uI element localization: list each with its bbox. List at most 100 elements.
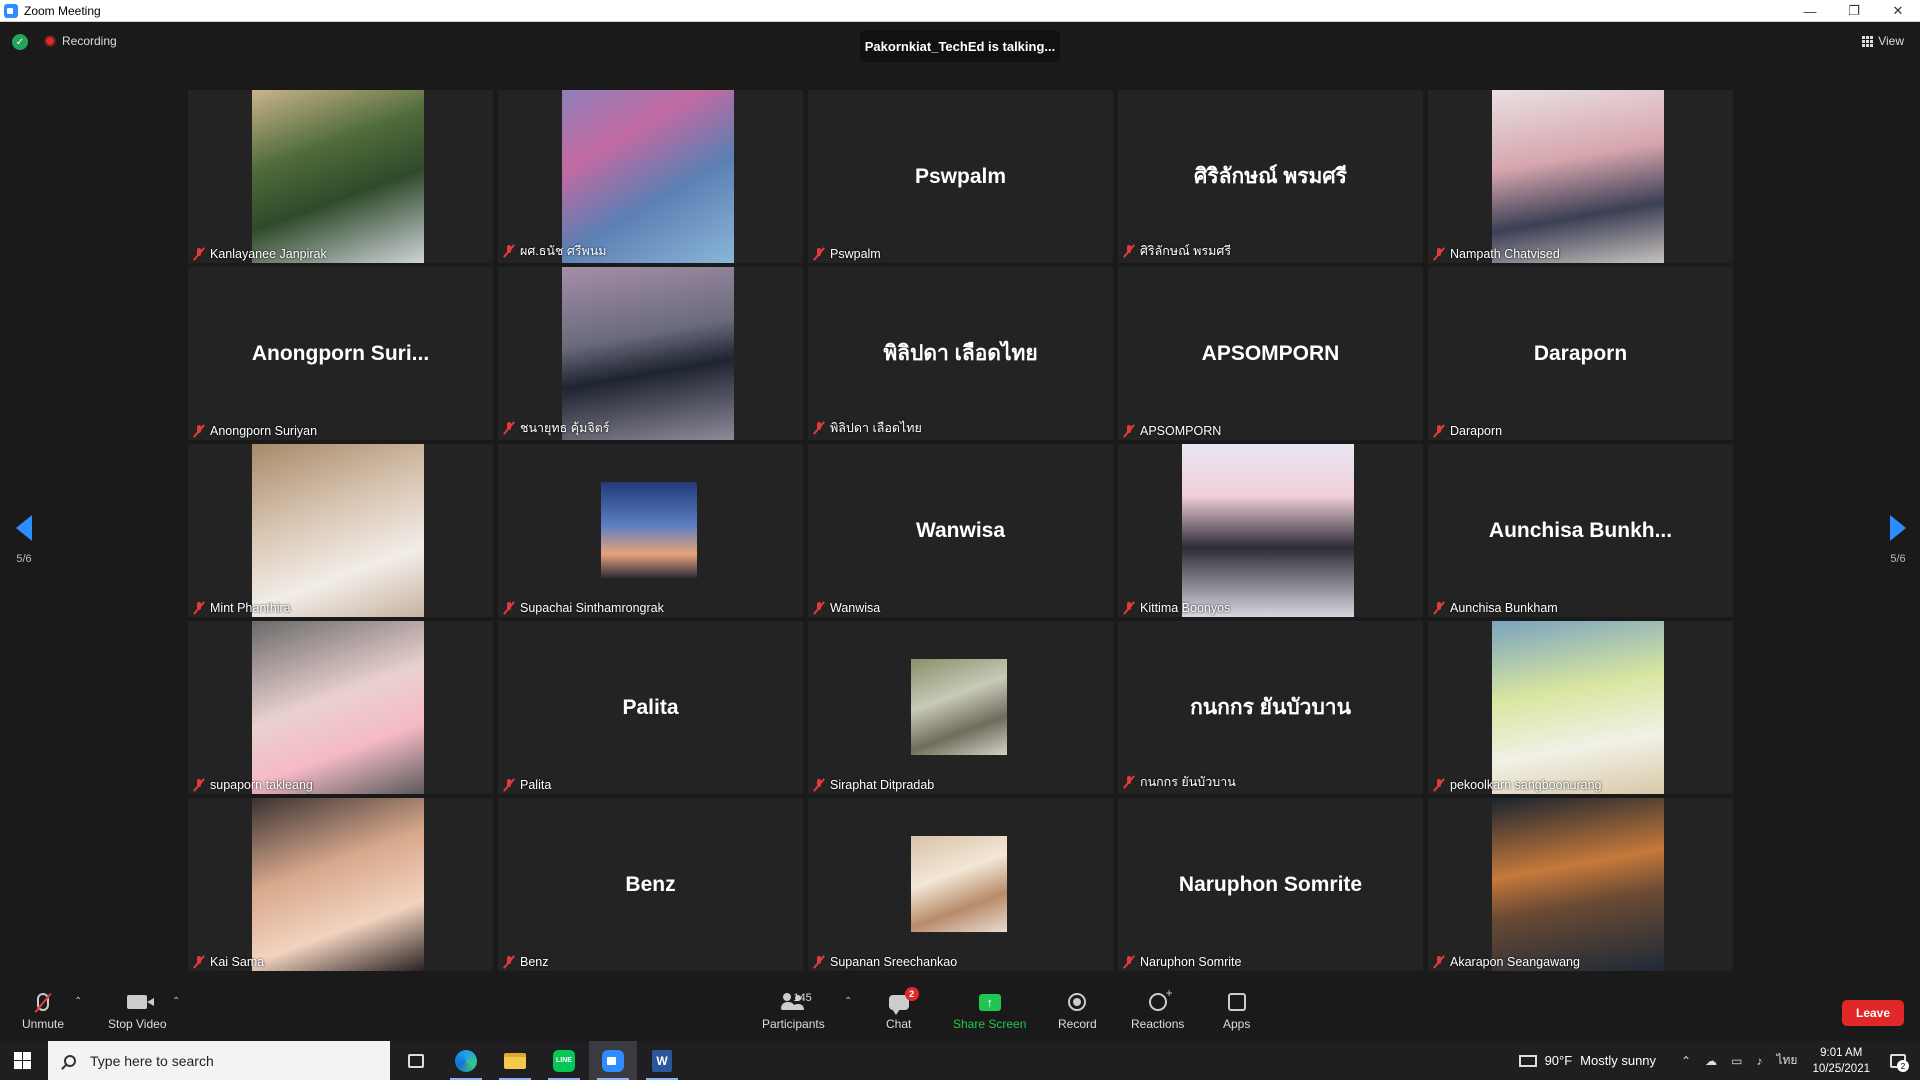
close-icon[interactable]: ✕ [1876,0,1920,22]
participant-tile[interactable]: Wanwisa Wanwisa [808,444,1113,617]
muted-mic-icon [814,955,824,969]
minimize-icon[interactable]: — [1788,0,1832,22]
microphone-muted-icon [37,993,50,1011]
participant-tile[interactable]: Mint Phanthira [188,444,493,617]
participant-name-label: พิลิปดา เลือดไทย [814,418,922,438]
participant-tile[interactable]: Akarapon Seangawang [1428,798,1733,971]
participant-name-label: Aunchisa Bunkham [1434,601,1558,615]
participant-name: Benz [520,955,549,969]
word-taskbar-button[interactable]: W [638,1041,686,1080]
participant-tile[interactable]: Kittima Boonyos [1118,444,1423,617]
windows-start-icon[interactable] [14,1052,31,1069]
participant-tile[interactable]: Siraphat Ditpradab [808,621,1113,794]
participant-name-label: Nampath Chatvised [1434,247,1560,261]
zoom-taskbar-button[interactable] [589,1041,637,1080]
window-title: Zoom Meeting [24,3,101,18]
participant-tile[interactable]: Naruphon Somrite Naruphon Somrite [1118,798,1423,971]
volume-icon[interactable]: ♪ [1756,1054,1762,1068]
participants-caret-icon[interactable]: ⌃ [844,996,852,1007]
participant-name: Anongporn Suriyan [210,424,318,438]
encryption-shield-icon[interactable]: ✓ [12,34,28,50]
participant-name: Supanan Sreechankao [830,955,958,969]
participant-tile[interactable]: pekoolkarn sangboonurang [1428,621,1733,794]
participant-name: Naruphon Somrite [1140,955,1242,969]
participant-name-label: APSOMPORN [1124,424,1221,438]
participant-tile[interactable]: Aunchisa Bunkh... Aunchisa Bunkham [1428,444,1733,617]
participant-video [601,482,697,578]
participant-name-label: Akarapon Seangawang [1434,955,1580,969]
weather-icon[interactable] [1518,1054,1537,1067]
muted-mic-icon [194,247,204,261]
participant-video [911,836,1007,932]
participant-tile[interactable]: Kanlayanee Janpirak [188,90,493,263]
window-controls: — ❐ ✕ [1788,0,1920,22]
taskbar-search-input[interactable]: Type here to search [48,1041,390,1080]
participant-tile[interactable]: Supachai Sinthamrongrak [498,444,803,617]
weather-status[interactable]: Mostly sunny [1580,1053,1656,1068]
leave-button[interactable]: Leave [1842,1000,1904,1026]
participant-tile[interactable]: ศิริลักษณ์ พรมศรี ศิริลักษณ์ พรมศรี [1118,90,1423,263]
stop-video-button[interactable]: Stop Video [108,990,167,1031]
participant-tile[interactable]: Palita Palita [498,621,803,794]
participant-name-label: Benz [504,955,549,969]
audio-options-caret-icon[interactable]: ⌃ [74,996,82,1007]
participant-name-label: Palita [504,778,551,792]
participant-display-name: Palita [622,695,679,719]
line-taskbar-button[interactable]: LINE [540,1041,588,1080]
participant-tile[interactable]: supaporn takleang [188,621,493,794]
arrow-right-icon[interactable] [1890,515,1906,541]
restore-icon[interactable]: ❐ [1832,0,1876,22]
unmute-button[interactable]: Unmute [22,990,64,1031]
task-view-button[interactable] [392,1041,440,1080]
zoom-app: Zoom Meeting — ❐ ✕ ✓ Recording Pakornkia… [0,0,1920,1080]
participant-name: Supachai Sinthamrongrak [520,601,664,615]
participant-tile[interactable]: Benz Benz [498,798,803,971]
participant-tile[interactable]: กนกกร ยันบัวบาน กนกกร ยันบัวบาน [1118,621,1423,794]
network-icon[interactable]: ▭ [1731,1054,1742,1068]
temperature[interactable]: 90°F [1545,1053,1573,1068]
participant-name-label: ศิริลักษณ์ พรมศรี [1124,241,1231,261]
participant-tile[interactable]: ผศ.ธนัช ศรีพนม [498,90,803,263]
record-button[interactable]: Record [1058,990,1097,1031]
video-options-caret-icon[interactable]: ⌃ [172,996,180,1007]
chevron-up-icon[interactable]: ⌃ [1681,1054,1691,1068]
participant-tile[interactable]: Kai Sama [188,798,493,971]
participant-tile[interactable]: ชนายุทธ คุ้มจิตร์ [498,267,803,440]
muted-mic-icon [194,778,204,792]
participant-display-name: Daraporn [1533,341,1628,365]
action-center-button[interactable]: 2 [1884,1041,1912,1080]
participant-tile[interactable]: พิลิปดา เลือดไทย พิลิปดา เลือดไทย [808,267,1113,440]
share-screen-button[interactable]: ↑ Share Screen [953,990,1026,1031]
task-view-icon [408,1053,424,1068]
participant-video [1182,444,1354,617]
taskbar-clock[interactable]: 9:01 AM 10/25/2021 [1812,1045,1870,1077]
participants-button[interactable]: 145 Participants [762,990,825,1031]
participant-tile[interactable]: Anongporn Suri... Anongporn Suriyan [188,267,493,440]
apps-button[interactable]: Apps [1223,990,1250,1031]
participant-name-label: Siraphat Ditpradab [814,778,934,792]
participant-video [1492,798,1664,971]
participant-tile[interactable]: Supanan Sreechankao [808,798,1113,971]
next-page[interactable]: 5/6 [1890,515,1906,565]
arrow-left-icon[interactable] [16,515,32,541]
record-icon [1068,993,1087,1011]
reactions-button[interactable]: Reactions [1131,986,1184,1031]
participant-tile[interactable]: Daraporn Daraporn [1428,267,1733,440]
file-explorer-taskbar-button[interactable] [491,1041,539,1080]
participant-video [1492,621,1664,794]
participant-display-name: Benz [625,872,676,896]
previous-page[interactable]: 5/6 [16,515,32,565]
onedrive-icon[interactable]: ☁ [1705,1054,1717,1068]
participant-tile[interactable]: Pswpalm Pswpalm [808,90,1113,263]
view-button[interactable]: View [1862,34,1904,48]
participant-tile[interactable]: APSOMPORN APSOMPORN [1118,267,1423,440]
recording-indicator[interactable]: Recording [44,34,117,48]
video-gallery: Kanlayanee Janpirak ผศ.ธนัช ศรีพนม Pswpalm… [188,90,1733,971]
participant-name-label: Pswpalm [814,247,881,261]
muted-mic-icon [1124,244,1134,258]
edge-taskbar-button[interactable] [442,1041,490,1080]
participant-tile[interactable]: Nampath Chatvised [1428,90,1733,263]
language-indicator[interactable]: ไทย [1776,1051,1797,1070]
chat-button[interactable]: 2 Chat [886,987,919,1031]
participant-video [252,798,424,971]
